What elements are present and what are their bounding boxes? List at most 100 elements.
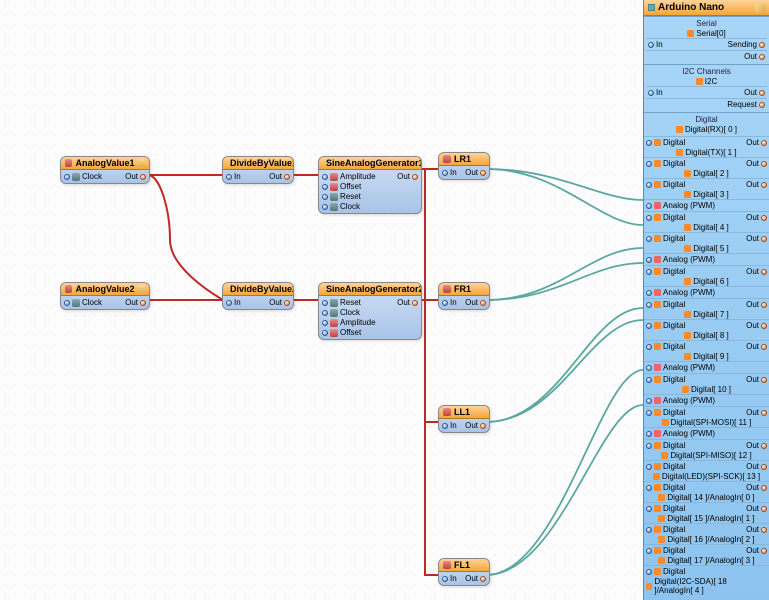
arduino-digital-row[interactable]: DigitalOut: [644, 460, 769, 472]
pin-in[interactable]: [646, 182, 652, 188]
pin-in[interactable]: [322, 300, 328, 306]
pin-in[interactable]: [226, 174, 232, 180]
pin-out[interactable]: [761, 410, 767, 416]
pin-in[interactable]: [322, 194, 328, 200]
pin-out[interactable]: [761, 140, 767, 146]
node-header[interactable]: SineAnalogGenerator1: [319, 157, 421, 170]
pin-in[interactable]: [322, 174, 328, 180]
node-sineanaloggenerator2[interactable]: SineAnalogGenerator2 ResetOut Clock Ampl…: [318, 282, 422, 340]
arduino-digital-row[interactable]: DigitalOut: [644, 232, 769, 244]
pin-in[interactable]: [646, 323, 652, 329]
node-header[interactable]: LL1: [439, 406, 489, 419]
pin-out[interactable]: [140, 300, 146, 306]
pin-out[interactable]: [480, 170, 486, 176]
pin-in[interactable]: [64, 174, 70, 180]
pin-in[interactable]: [646, 257, 652, 263]
pin-in[interactable]: [442, 300, 448, 306]
wand-icon[interactable]: [755, 3, 765, 13]
pin-in[interactable]: [646, 302, 652, 308]
node-ll1[interactable]: LL1 InOut: [438, 405, 490, 433]
pin-in[interactable]: [646, 236, 652, 242]
pin-in[interactable]: [322, 310, 328, 316]
pin-in[interactable]: [646, 431, 652, 437]
pin-out[interactable]: [761, 377, 767, 383]
pin-out[interactable]: [759, 54, 765, 60]
pin-out[interactable]: [140, 174, 146, 180]
pin-in[interactable]: [322, 184, 328, 190]
pin-out[interactable]: [761, 464, 767, 470]
arduino-analog-row[interactable]: Analog (PWM): [644, 427, 769, 439]
arduino-digital-row[interactable]: DigitalOut: [644, 298, 769, 310]
arduino-digital-row[interactable]: DigitalOut: [644, 439, 769, 451]
pin-in[interactable]: [646, 398, 652, 404]
node-header[interactable]: FL1: [439, 559, 489, 572]
arduino-digital-row[interactable]: DigitalOut: [644, 523, 769, 535]
pin-in[interactable]: [646, 569, 652, 575]
arduino-digital-row[interactable]: DigitalOut: [644, 502, 769, 514]
pin-out[interactable]: [761, 548, 767, 554]
pin-in[interactable]: [646, 161, 652, 167]
pin-out[interactable]: [284, 174, 290, 180]
pin-out[interactable]: [759, 42, 765, 48]
pin-in[interactable]: [442, 423, 448, 429]
arduino-digital-row[interactable]: DigitalOut: [644, 373, 769, 385]
pin-in[interactable]: [646, 365, 652, 371]
pin-in[interactable]: [646, 506, 652, 512]
pin-out[interactable]: [761, 323, 767, 329]
pin-in[interactable]: [322, 320, 328, 326]
pin-out[interactable]: [480, 423, 486, 429]
node-header[interactable]: SineAnalogGenerator2: [319, 283, 421, 296]
arduino-analog-row[interactable]: Analog (PWM): [644, 394, 769, 406]
arduino-digital-row[interactable]: DigitalOut: [644, 481, 769, 493]
node-fr1[interactable]: FR1 InOut: [438, 282, 490, 310]
pin-in[interactable]: [646, 485, 652, 491]
pin-out[interactable]: [412, 300, 418, 306]
pin-in[interactable]: [442, 576, 448, 582]
node-lr1[interactable]: LR1 InOut: [438, 152, 490, 180]
pin-in[interactable]: [648, 90, 654, 96]
pin-in[interactable]: [646, 344, 652, 350]
pin-out[interactable]: [761, 527, 767, 533]
arduino-title-bar[interactable]: Arduino Nano: [644, 0, 769, 16]
arduino-digital-row[interactable]: DigitalOut: [644, 544, 769, 556]
node-analogvalue1[interactable]: AnalogValue1 Clock Out: [60, 156, 150, 184]
pin-in[interactable]: [64, 300, 70, 306]
pin-out[interactable]: [761, 182, 767, 188]
node-fl1[interactable]: FL1 InOut: [438, 558, 490, 586]
pin-in[interactable]: [646, 215, 652, 221]
pin-in[interactable]: [648, 42, 654, 48]
arduino-panel[interactable]: Arduino Nano Serial Serial[0] In Sending…: [643, 0, 769, 600]
node-header[interactable]: AnalogValue2: [61, 283, 149, 296]
pin-out[interactable]: [412, 174, 418, 180]
arduino-digital-row[interactable]: Digital: [644, 565, 769, 577]
pin-in[interactable]: [226, 300, 232, 306]
pin-out[interactable]: [761, 485, 767, 491]
pin-out[interactable]: [480, 576, 486, 582]
pin-out[interactable]: [759, 102, 765, 108]
node-header[interactable]: AnalogValue1: [61, 157, 149, 170]
pin-out[interactable]: [761, 443, 767, 449]
arduino-digital-row[interactable]: DigitalOut: [644, 319, 769, 331]
pin-out[interactable]: [761, 344, 767, 350]
arduino-analog-row[interactable]: Analog (PWM): [644, 253, 769, 265]
node-header[interactable]: DivideByValue1: [223, 157, 293, 170]
pin-out[interactable]: [761, 269, 767, 275]
pin-out[interactable]: [761, 302, 767, 308]
node-analogvalue2[interactable]: AnalogValue2 Clock Out: [60, 282, 150, 310]
arduino-digital-row[interactable]: DigitalOut: [644, 406, 769, 418]
arduino-digital-row[interactable]: DigitalOut: [644, 178, 769, 190]
pin-in[interactable]: [322, 204, 328, 210]
arduino-digital-row[interactable]: DigitalOut: [644, 265, 769, 277]
pin-in[interactable]: [646, 269, 652, 275]
arduino-digital-row[interactable]: DigitalOut: [644, 340, 769, 352]
pin-out[interactable]: [480, 300, 486, 306]
arduino-digital-row[interactable]: DigitalOut: [644, 136, 769, 148]
pin-in[interactable]: [646, 548, 652, 554]
arduino-digital-row[interactable]: DigitalOut: [644, 211, 769, 223]
node-dividebyvalue1[interactable]: DivideByValue1 In Out: [222, 156, 294, 184]
node-header[interactable]: LR1: [439, 153, 489, 166]
pin-in[interactable]: [646, 203, 652, 209]
node-sineanaloggenerator1[interactable]: SineAnalogGenerator1 AmplitudeOut Offset…: [318, 156, 422, 214]
node-header[interactable]: DivideByValue2: [223, 283, 293, 296]
pin-out[interactable]: [761, 236, 767, 242]
